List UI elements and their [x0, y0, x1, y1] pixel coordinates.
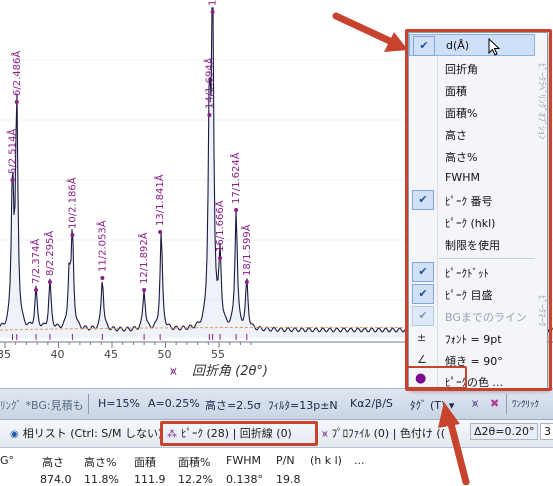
x-axis-label: 回折角 (2θ°): [192, 364, 268, 379]
delta-2theta-field[interactable]: Δ2θ=0.20°: [470, 423, 539, 440]
col-header[interactable]: 高さ: [42, 454, 64, 470]
col-header[interactable]: 高さ%: [84, 454, 116, 470]
peaks-tab-highlight-box: [160, 421, 318, 446]
phase-list-tab-label: 相リスト (Ctrl: S/M しない): [22, 427, 163, 440]
peak-dot: [234, 208, 239, 212]
peak-dot: [207, 113, 212, 117]
peak-label: 14/1.694Å: [202, 57, 215, 109]
phase-list-tab[interactable]: ◉ 相リスト (Ctrl: S/M しない): [10, 425, 162, 441]
tag-button-highlight-box: [405, 366, 467, 389]
table-cell: 874.0: [40, 473, 72, 486]
x-tick-label: 55: [211, 348, 225, 361]
arrow-to-menu-icon: [332, 12, 408, 52]
peak-label: 6/2.486Å: [10, 51, 23, 96]
peak-dot: [244, 280, 249, 284]
h-value[interactable]: H=15%: [98, 397, 140, 410]
peak-label: 15/1.687Å: [206, 0, 219, 6]
peak-dot: [34, 288, 39, 292]
table-cell: 11.8%: [84, 473, 119, 486]
menu-highlight-box: [405, 29, 552, 391]
peak-label: 5/2.514Å: [5, 129, 18, 174]
table-cell: 111.9: [134, 473, 166, 486]
table-cell: 0.138°: [226, 473, 263, 486]
x-tick-label: 40: [51, 348, 65, 361]
peak-dot: [47, 280, 52, 284]
table-cell: 12.2%: [178, 473, 213, 486]
page-number[interactable]: 3: [540, 423, 553, 440]
peak-dot: [158, 230, 163, 234]
peak-label: 17/1.624Å: [229, 152, 242, 204]
arrow-to-tag-button-icon: [438, 402, 470, 485]
filter-value[interactable]: ﾌｨﾙﾀ=13p±N: [268, 397, 338, 413]
x-tick-label: 50: [158, 348, 172, 361]
peak-label: 10/2.186Å: [65, 177, 78, 229]
peak-dot: [70, 233, 75, 237]
ka2-value[interactable]: Kα2/β/S: [350, 397, 393, 410]
col-header[interactable]: P/N: [276, 454, 295, 467]
a-value[interactable]: A=0.25%: [148, 397, 200, 410]
peak-dot: [100, 276, 105, 280]
profile-tab[interactable]: ⩙ ﾌﾟﾛﾌｧｲﾙ (0) | 色付け ((: [322, 425, 445, 441]
peak-label: 7/2.374Å: [29, 239, 42, 284]
one-click-label[interactable]: ﾜﾝｸﾘｯｸ: [512, 397, 539, 410]
col-header[interactable]: G°: [0, 454, 14, 467]
peak-dot: [142, 288, 147, 292]
peak-label: 12/1.892Å: [137, 232, 150, 284]
axis-peak-icon: ⩙: [170, 364, 177, 378]
col-header[interactable]: FWHM: [226, 454, 261, 467]
profile-icon: ⩙: [322, 429, 328, 440]
peak-dot: [10, 178, 15, 182]
peak-label: 13/1.841Å: [153, 174, 166, 226]
peak-label: 16/1.666Å: [213, 200, 226, 252]
height-threshold[interactable]: 高さ=2.5σ: [205, 397, 261, 413]
peak-label: 11/2.053Å: [95, 220, 108, 272]
peak-label: 18/1.599Å: [240, 224, 253, 276]
x-tick-label: 45: [104, 348, 118, 361]
peak-label: 8/2.295Å: [43, 231, 56, 276]
globe-icon: ◉: [10, 429, 19, 440]
bg-estimate-label: ﾘﾝｸﾞ *BG:見積も: [0, 399, 84, 412]
peak-dot: [14, 100, 19, 104]
profile-tab-label: ﾌﾟﾛﾌｧｲﾙ (0) | 色付け ((: [331, 427, 445, 440]
col-header[interactable]: (h k l): [310, 454, 342, 467]
col-header[interactable]: 面積%: [178, 454, 210, 470]
peak-dot: [210, 10, 215, 14]
col-header[interactable]: 面積: [134, 454, 156, 470]
x-tick-label: 35: [0, 348, 11, 361]
peak-dot: [218, 256, 223, 260]
table-cell: 19.8: [276, 473, 301, 486]
close-x-icon[interactable]: ✖: [490, 397, 499, 410]
col-header[interactable]: ...: [354, 454, 365, 467]
